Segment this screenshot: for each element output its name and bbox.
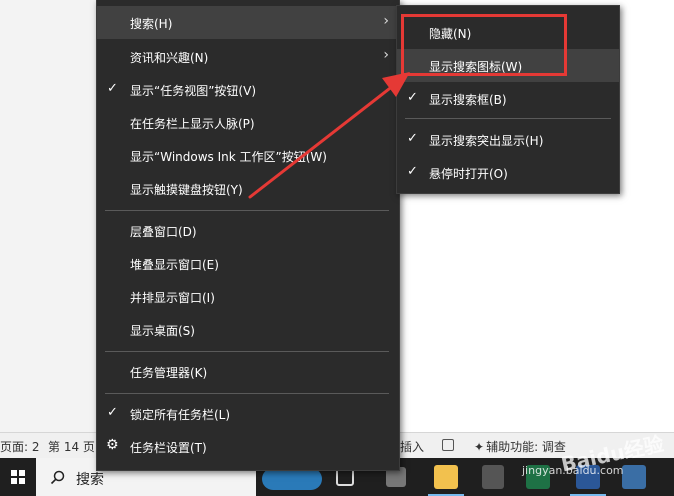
submenu-item-label: 显示搜索突出显示(H) <box>429 134 544 148</box>
menu-item-label: 显示“Windows Ink 工作区”按钮(W) <box>130 150 327 164</box>
check-icon: ✓ <box>107 405 118 420</box>
menu-item-lock-taskbar[interactable]: ✓ 锁定所有任务栏(L) <box>97 397 399 430</box>
menu-separator <box>105 210 389 211</box>
submenu-separator <box>405 118 611 119</box>
check-icon: ✓ <box>407 90 418 105</box>
menu-item-show-desktop[interactable]: 显示桌面(S) <box>97 313 399 346</box>
menu-item-search[interactable]: 搜索(H) › <box>97 6 399 39</box>
accessibility-icon: ✦ <box>474 440 485 454</box>
start-button[interactable] <box>0 458 36 496</box>
submenu-item-open-on-hover[interactable]: ✓ 悬停时打开(O) <box>397 156 619 189</box>
submenu-item-search-highlights[interactable]: ✓ 显示搜索突出显示(H) <box>397 123 619 156</box>
menu-item-task-view[interactable]: ✓ 显示“任务视图”按钮(V) <box>97 73 399 106</box>
menu-item-label: 任务管理器(K) <box>130 366 208 380</box>
windows-logo-icon <box>11 470 25 484</box>
chevron-right-icon: › <box>383 13 389 29</box>
status-accessibility-label: 辅助功能: 调查 <box>486 440 566 454</box>
menu-item-task-manager[interactable]: 任务管理器(K) <box>97 355 399 388</box>
menu-item-stack[interactable]: 堆叠显示窗口(E) <box>97 247 399 280</box>
file-explorer-icon[interactable] <box>434 465 458 489</box>
menu-separator <box>105 351 389 352</box>
menu-item-side-by-side[interactable]: 并排显示窗口(I) <box>97 280 399 313</box>
search-placeholder: 搜索 <box>76 472 104 488</box>
menu-separator <box>105 393 389 394</box>
search-icon <box>50 470 65 485</box>
widgets-icon[interactable] <box>262 468 322 490</box>
menu-item-label: 在任务栏上显示人脉(P) <box>130 117 255 131</box>
menu-item-label: 堆叠显示窗口(E) <box>130 258 219 272</box>
chevron-right-icon: › <box>383 47 389 63</box>
menu-item-label: 锁定所有任务栏(L) <box>130 408 231 422</box>
document-left-strip <box>0 0 96 432</box>
menu-item-windows-ink[interactable]: 显示“Windows Ink 工作区”按钮(W) <box>97 139 399 172</box>
taskbar-context-menu: 搜索(H) › 资讯和兴趣(N) › ✓ 显示“任务视图”按钮(V) 在任务栏上… <box>96 0 400 471</box>
watermark-url: jingyan.baidu.com <box>522 464 624 477</box>
status-page[interactable]: 页面: 2 <box>0 438 40 455</box>
menu-item-label: 资讯和兴趣(N) <box>130 51 209 65</box>
app-icon-3[interactable] <box>622 465 646 489</box>
app-icon-2[interactable] <box>482 465 504 489</box>
submenu-item-show-search-box[interactable]: ✓ 显示搜索框(B) <box>397 82 619 115</box>
menu-item-cascade[interactable]: 层叠窗口(D) <box>97 214 399 247</box>
check-icon: ✓ <box>407 131 418 146</box>
annotation-highlight-box <box>401 14 567 76</box>
gear-icon: ⚙ <box>106 437 119 453</box>
menu-item-label: 并排显示窗口(I) <box>130 291 215 305</box>
menu-item-taskbar-settings[interactable]: ⚙ 任务栏设置(T) <box>97 430 399 463</box>
check-icon: ✓ <box>107 81 118 96</box>
submenu-item-label: 悬停时打开(O) <box>429 167 508 181</box>
status-insert[interactable]: 插入 <box>400 438 424 455</box>
status-page-count[interactable]: 第 14 页 <box>48 438 95 455</box>
submenu-item-label: 显示搜索框(B) <box>429 93 507 107</box>
status-macro-icon[interactable] <box>442 438 458 452</box>
menu-item-label: 显示桌面(S) <box>130 324 195 338</box>
status-accessibility[interactable]: ✦ 辅助功能: 调查 <box>474 438 566 455</box>
menu-item-label: 显示触摸键盘按钮(Y) <box>130 183 243 197</box>
menu-item-label: 搜索(H) <box>130 17 173 31</box>
check-icon: ✓ <box>407 164 418 179</box>
menu-item-touch-keyboard[interactable]: 显示触摸键盘按钮(Y) <box>97 172 399 205</box>
menu-item-label: 任务栏设置(T) <box>130 441 207 455</box>
menu-item-people[interactable]: 在任务栏上显示人脉(P) <box>97 106 399 139</box>
menu-item-label: 显示“任务视图”按钮(V) <box>130 84 257 98</box>
menu-item-news-interests[interactable]: 资讯和兴趣(N) › <box>97 40 399 73</box>
menu-item-label: 层叠窗口(D) <box>130 225 197 239</box>
